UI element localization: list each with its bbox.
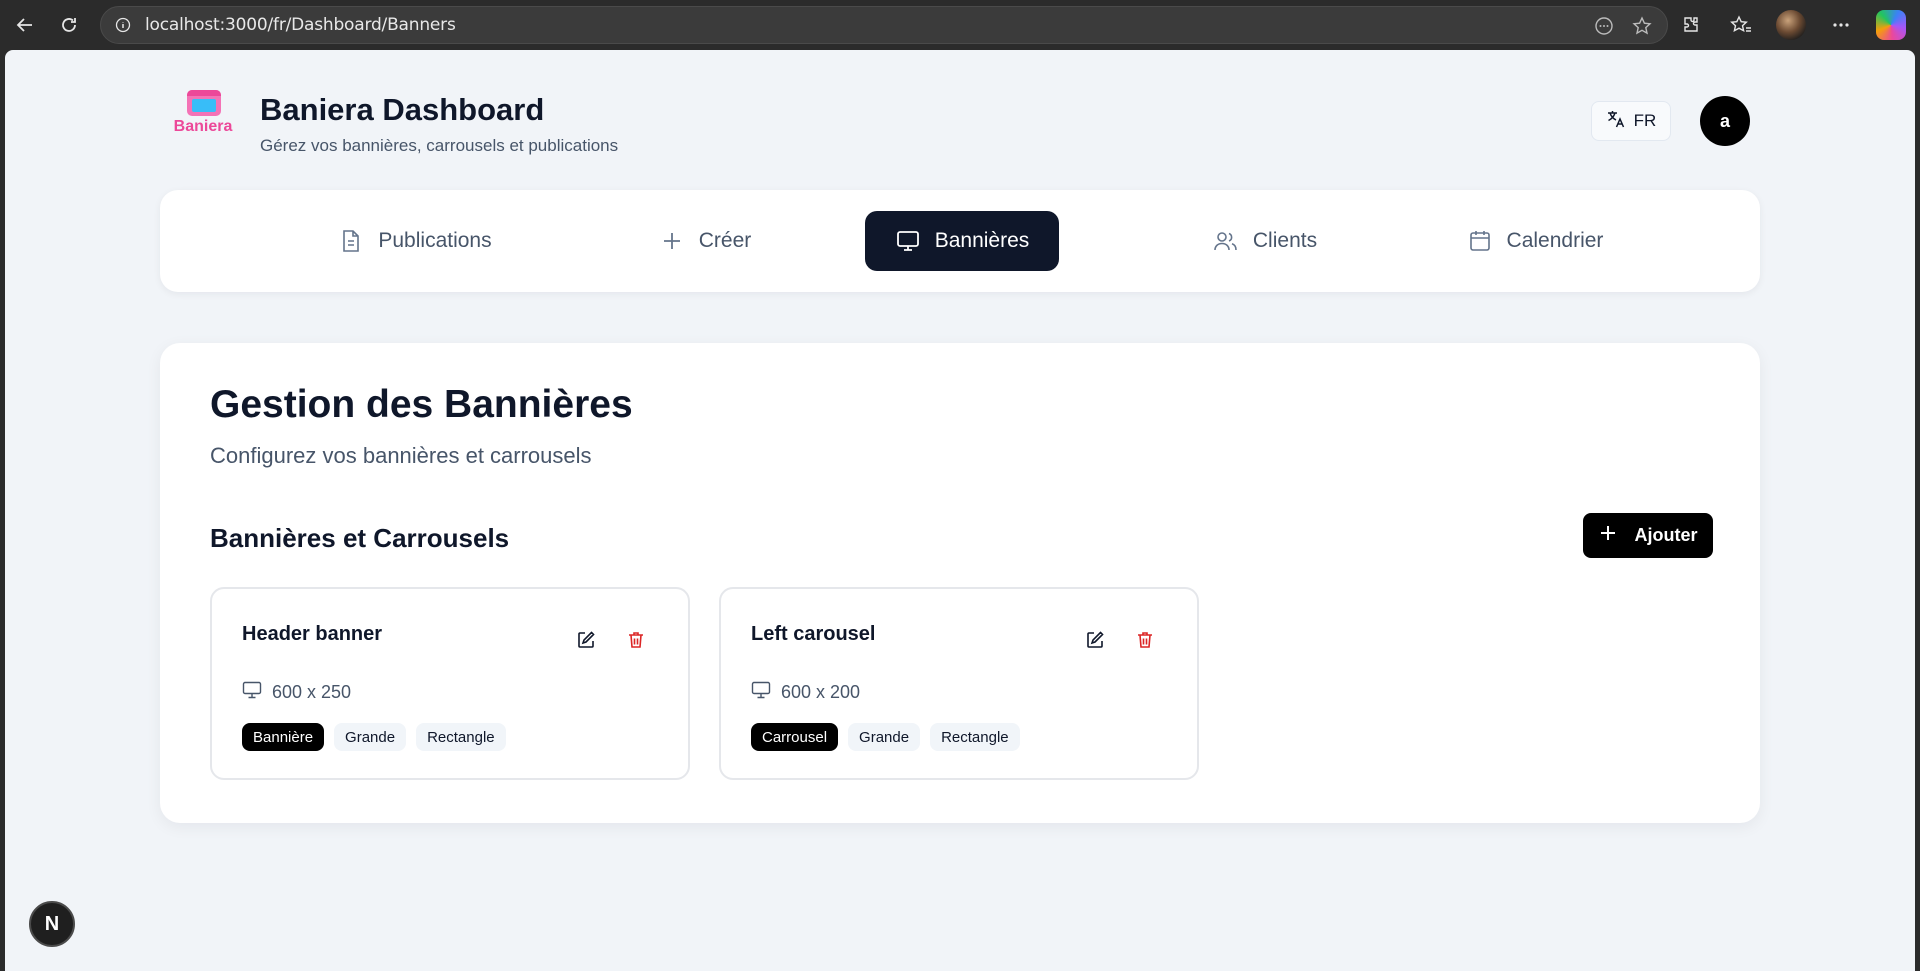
tab-banners[interactable]: Bannières (865, 211, 1059, 271)
monitor-icon (751, 681, 771, 704)
tab-publications-label: Publications (378, 229, 492, 252)
tab-create[interactable]: Créer (635, 211, 775, 271)
tab-clients-label: Clients (1252, 229, 1318, 252)
tab-banners-label: Bannières (934, 229, 1030, 252)
main-navigation: Publications Créer Bannières Clients Cal… (160, 190, 1760, 292)
page-title: Gestion des Bannières (210, 383, 633, 426)
banners-panel: Gestion des Bannières Configurez vos ban… (160, 343, 1760, 823)
app-logo[interactable]: Baniera (170, 90, 236, 142)
nextjs-dev-badge[interactable]: N (29, 901, 75, 947)
page-viewport: Baniera Baniera Dashboard Gérez vos bann… (5, 50, 1915, 971)
url-text[interactable]: localhost:3000/fr/Dashboard/Banners (145, 15, 456, 35)
size-badge: Grande (334, 723, 407, 751)
dimensions-text: 600 x 200 (781, 682, 861, 702)
app-subtitle: Gérez vos bannières, carrousels et publi… (260, 136, 619, 155)
banner-tags: Bannière Grande Rectangle (242, 723, 506, 751)
banner-card-title: Left carousel (751, 623, 876, 645)
translate-icon (1606, 109, 1626, 134)
tab-publications[interactable]: Publications (320, 211, 510, 271)
users-icon (1213, 228, 1239, 254)
delete-icon[interactable] (623, 627, 649, 653)
language-switcher-button[interactable]: FR (1591, 101, 1671, 141)
banner-tags: Carrousel Grande Rectangle (751, 723, 1020, 751)
extensions-icon[interactable] (1676, 10, 1706, 40)
section-title: Bannières et Carrousels (210, 523, 510, 553)
monitor-icon (895, 228, 921, 254)
user-avatar[interactable]: a (1700, 96, 1750, 146)
tab-clients[interactable]: Clients (1190, 211, 1340, 271)
favorites-icon[interactable] (1726, 10, 1756, 40)
calendar-icon (1467, 228, 1493, 254)
dimensions-text: 600 x 250 (272, 682, 352, 702)
monitor-icon (242, 681, 262, 704)
shape-badge: Rectangle (930, 723, 1020, 751)
plus-icon (1599, 524, 1617, 547)
shape-badge: Rectangle (416, 723, 506, 751)
copilot-icon[interactable] (1876, 9, 1906, 40)
banner-card[interactable]: Left carousel 600 x 200 Carrousel Grande… (719, 587, 1199, 780)
banner-dimensions: 600 x 250 (242, 681, 351, 704)
favorite-star-icon[interactable] (1631, 15, 1653, 37)
document-icon (338, 228, 364, 254)
logo-screen-icon (187, 90, 221, 116)
edit-icon[interactable] (573, 627, 599, 653)
logo-text: Baniera (173, 118, 233, 135)
delete-icon[interactable] (1132, 627, 1158, 653)
plus-icon (659, 228, 685, 254)
banner-dimensions: 600 x 200 (751, 681, 860, 704)
tab-calendar-label: Calendrier (1506, 229, 1604, 252)
reading-mode-icon[interactable] (1593, 15, 1615, 37)
more-menu-icon[interactable] (1826, 10, 1856, 40)
app-title: Baniera Dashboard (260, 92, 545, 127)
banner-card[interactable]: Header banner 600 x 250 Bannière Grande … (210, 587, 690, 780)
tab-calendar[interactable]: Calendrier (1445, 211, 1625, 271)
profile-avatar[interactable] (1776, 9, 1806, 40)
add-banner-button[interactable]: Ajouter (1583, 513, 1713, 558)
banner-card-title: Header banner (242, 623, 383, 645)
size-badge: Grande (848, 723, 921, 751)
edit-icon[interactable] (1082, 627, 1108, 653)
back-icon[interactable] (10, 10, 40, 40)
page-subtitle: Configurez vos bannières et carrousels (210, 443, 592, 468)
type-badge: Bannière (242, 723, 325, 751)
type-badge: Carrousel (751, 723, 839, 751)
tab-create-label: Créer (698, 229, 752, 252)
language-label: FR (1633, 111, 1657, 130)
browser-toolbar: localhost:3000/fr/Dashboard/Banners (0, 0, 1920, 49)
address-bar[interactable]: localhost:3000/fr/Dashboard/Banners (100, 6, 1668, 44)
site-info-icon[interactable] (113, 15, 133, 35)
app-header: Baniera Baniera Dashboard Gérez vos bann… (170, 90, 1750, 155)
reload-icon[interactable] (54, 10, 84, 40)
add-banner-label: Ajouter (1634, 525, 1698, 545)
